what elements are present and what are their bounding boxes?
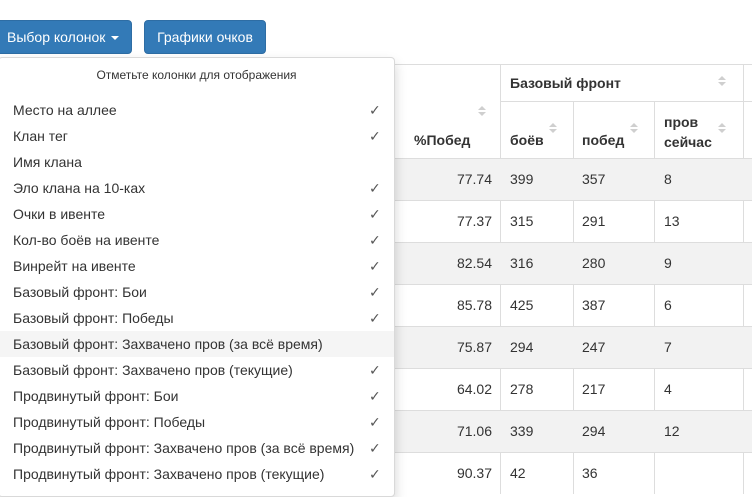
table-row: 71.06 339 294 12 — [394, 410, 752, 452]
checkmark-icon: ✓ — [369, 258, 381, 274]
column-option[interactable]: Место на аллее ✓ — [0, 97, 394, 123]
win-pct-cell: 77.74 — [456, 171, 492, 187]
battles-cell: 315 — [510, 213, 534, 229]
win-pct-cell: 71.06 — [456, 423, 492, 439]
column-option-label: Базовый фронт: Победы — [13, 310, 174, 326]
table-row: 64.02 278 217 4 — [394, 368, 752, 410]
checkmark-icon: ✓ — [369, 440, 381, 456]
column-option[interactable]: Винрейт на ивенте ✓ — [0, 253, 394, 279]
column-option-label: Базовый фронт: Захвачено пров (текущие) — [13, 362, 293, 378]
wins-cell: 294 — [582, 423, 606, 439]
checkmark-icon: ✓ — [369, 128, 381, 144]
checkmark-icon: ✓ — [369, 310, 381, 326]
wins-cell: 217 — [582, 381, 606, 397]
column-option-label: Продвинутый фронт: Захвачено пров (за вс… — [13, 440, 355, 456]
table-row: 85.78 425 387 6 — [394, 284, 752, 326]
table-top-border — [394, 64, 752, 65]
table-row: 75.87 294 247 7 — [394, 326, 752, 368]
checkmark-icon: ✓ — [369, 362, 381, 378]
checkmark-icon: ✓ — [369, 206, 381, 222]
battles-cell: 278 — [510, 381, 534, 397]
column-option[interactable]: Базовый фронт: Захвачено пров (за всё вр… — [0, 331, 394, 357]
column-option[interactable]: Клан тег ✓ — [0, 123, 394, 149]
col-group-header-base-front: Базовый фронт — [510, 75, 621, 91]
caret-down-icon — [111, 36, 120, 41]
col-header-win-pct[interactable]: %Побед — [414, 132, 470, 148]
battles-cell: 339 — [510, 423, 534, 439]
wins-cell: 387 — [582, 297, 606, 313]
win-pct-cell: 85.78 — [456, 297, 492, 313]
column-option-label: Очки в ивенте — [13, 206, 106, 222]
column-option[interactable]: Эло клана на 10-ках ✓ — [0, 175, 394, 201]
captured-cell: 13 — [664, 213, 680, 229]
table-row: 77.37 315 291 13 — [394, 200, 752, 242]
battles-cell: 399 — [510, 171, 534, 187]
column-option[interactable]: Базовый фронт: Захвачено пров (текущие) ✓ — [0, 357, 394, 383]
column-option-label: Винрейт на ивенте — [13, 258, 136, 274]
column-option-label: Базовый фронт: Захвачено пров (за всё вр… — [13, 336, 323, 352]
checkmark-icon: ✓ — [369, 414, 381, 430]
win-pct-cell: 75.87 — [456, 339, 492, 355]
captured-cell: 9 — [664, 255, 672, 271]
column-select-label: Выбор колонок — [7, 29, 106, 45]
col-header-captured[interactable]: пров сейчас — [664, 112, 712, 152]
column-option[interactable]: Базовый фронт: Бои ✓ — [0, 279, 394, 305]
win-pct-cell: 90.37 — [456, 465, 492, 481]
win-pct-cell: 64.02 — [456, 381, 492, 397]
wins-cell: 247 — [582, 339, 606, 355]
column-option-label: Базовый фронт: Бои — [13, 284, 147, 300]
captured-cell: 4 — [664, 381, 672, 397]
win-pct-cell: 82.54 — [456, 255, 492, 271]
column-option[interactable]: Очки в ивенте ✓ — [0, 201, 394, 227]
checkmark-icon: ✓ — [369, 466, 381, 482]
checkmark-icon: ✓ — [369, 232, 381, 248]
dropdown-header: Отметьте колонки для отображения — [96, 68, 297, 82]
battles-cell: 42 — [510, 465, 526, 481]
win-pct-cell: 77.37 — [456, 213, 492, 229]
table-row: 82.54 316 280 9 — [394, 242, 752, 284]
col-header-wins[interactable]: побед — [582, 132, 624, 148]
column-select-dropdown: Отметьте колонки для отображения Место н… — [0, 57, 395, 497]
checkmark-icon: ✓ — [369, 102, 381, 118]
group-header-divider — [501, 101, 752, 102]
column-option[interactable]: Кол-во боёв на ивенте ✓ — [0, 227, 394, 253]
column-option-label: Продвинутый фронт: Бои — [13, 388, 179, 404]
score-charts-button[interactable]: Графики очков — [144, 20, 266, 54]
checkmark-icon: ✓ — [369, 180, 381, 196]
column-option[interactable]: Продвинутый фронт: Захвачено пров (текущ… — [0, 461, 394, 487]
column-option-label: Место на аллее — [13, 102, 117, 118]
wins-cell: 280 — [582, 255, 606, 271]
captured-cell: 12 — [664, 423, 680, 439]
table-row: 77.74 399 357 8 — [394, 158, 752, 200]
column-option-label: Имя клана — [13, 154, 82, 170]
captured-cell: 7 — [664, 339, 672, 355]
wins-cell: 357 — [582, 171, 606, 187]
column-select-button[interactable]: Выбор колонок — [0, 20, 133, 54]
col-header-battles[interactable]: боёв — [510, 132, 544, 148]
column-option-label: Продвинутый фронт: Захвачено пров (текущ… — [13, 466, 325, 482]
battles-cell: 294 — [510, 339, 534, 355]
battles-cell: 425 — [510, 297, 534, 313]
column-option-label: Клан тег — [13, 128, 68, 144]
wins-cell: 291 — [582, 213, 606, 229]
battles-cell: 316 — [510, 255, 534, 271]
column-option[interactable]: Продвинутый фронт: Бои ✓ — [0, 383, 394, 409]
column-option[interactable]: Продвинутый фронт: Захвачено пров (за вс… — [0, 435, 394, 461]
captured-cell: 8 — [664, 171, 672, 187]
checkmark-icon: ✓ — [369, 284, 381, 300]
captured-cell: 6 — [664, 297, 672, 313]
column-option-label: Кол-во боёв на ивенте — [13, 232, 160, 248]
col-header-captured-line1: пров — [664, 114, 699, 130]
column-option[interactable]: Базовый фронт: Победы ✓ — [0, 305, 394, 331]
column-option-label: Продвинутый фронт: Победы — [13, 414, 206, 430]
column-option-label: Эло клана на 10-ках — [13, 180, 146, 196]
table-row: 90.37 42 36 — [394, 452, 752, 494]
checkmark-icon: ✓ — [369, 388, 381, 404]
column-option[interactable]: Продвинутый фронт: Победы ✓ — [0, 409, 394, 435]
col-header-captured-line2: сейчас — [664, 134, 712, 150]
column-option[interactable]: Имя клана — [0, 149, 394, 175]
wins-cell: 36 — [582, 465, 598, 481]
